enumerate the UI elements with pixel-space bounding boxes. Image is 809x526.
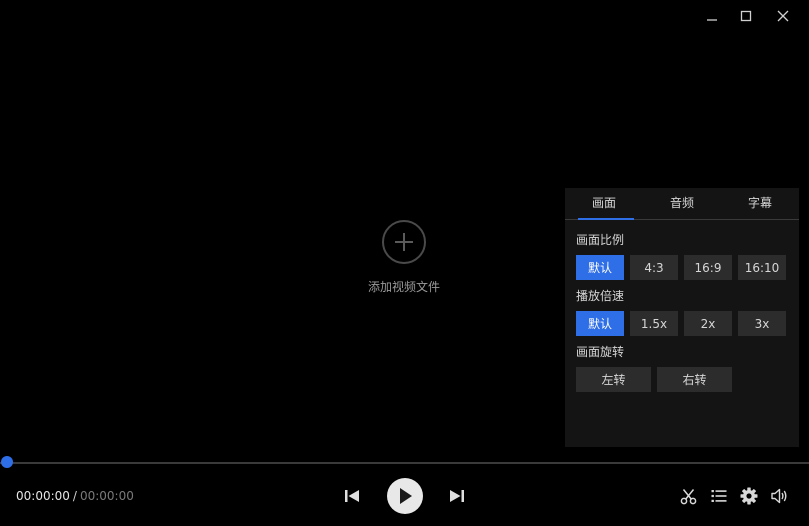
next-button[interactable] <box>448 487 466 505</box>
add-video-button[interactable] <box>382 220 426 264</box>
play-icon <box>400 488 412 504</box>
progress-track[interactable] <box>0 462 809 464</box>
clip-button[interactable] <box>679 487 697 505</box>
settings-tabs: 画面 音频 字幕 <box>565 188 799 220</box>
plus-icon <box>395 233 413 251</box>
speed-2x-button[interactable]: 2x <box>684 311 732 336</box>
speed-1-5x-button[interactable]: 1.5x <box>630 311 678 336</box>
rotate-right-button[interactable]: 右转 <box>657 367 732 392</box>
settings-button[interactable] <box>739 486 759 506</box>
current-time: 00:00:00 <box>16 489 70 503</box>
maximize-button[interactable] <box>736 6 756 26</box>
maximize-icon <box>740 10 752 22</box>
playlist-icon <box>711 490 727 502</box>
playback-speed-title: 播放倍速 <box>576 289 625 303</box>
gear-icon <box>740 487 758 505</box>
playback-speed-options: 默认 1.5x 2x 3x <box>576 311 799 336</box>
aspect-ratio-options: 默认 4:3 16:9 16:10 <box>576 255 799 280</box>
total-duration: 00:00:00 <box>79 489 134 503</box>
aspect-4-3-button[interactable]: 4:3 <box>630 255 678 280</box>
play-button[interactable] <box>387 478 423 514</box>
settings-panel: 画面 音频 字幕 画面比例 默认 4:3 16:9 16:10 播放倍速 默认 … <box>565 188 799 447</box>
volume-icon <box>770 488 786 504</box>
close-icon <box>777 10 789 22</box>
minimize-icon <box>707 19 717 21</box>
rotation-title: 画面旋转 <box>576 345 625 359</box>
prev-icon <box>345 490 359 502</box>
aspect-16-9-button[interactable]: 16:9 <box>684 255 732 280</box>
aspect-default-button[interactable]: 默认 <box>576 255 624 280</box>
speed-default-button[interactable]: 默认 <box>576 311 624 336</box>
playlist-button[interactable] <box>710 487 728 505</box>
close-button[interactable] <box>773 6 793 26</box>
rotate-left-button[interactable]: 左转 <box>576 367 651 392</box>
add-video-label: 添加视频文件 <box>367 280 440 294</box>
aspect-16-10-button[interactable]: 16:10 <box>738 255 786 280</box>
add-video-area: 添加视频文件 <box>354 220 454 295</box>
time-separator: / <box>72 489 77 503</box>
next-icon <box>450 490 464 502</box>
tab-audio[interactable]: 音频 <box>643 188 721 219</box>
minimize-button[interactable] <box>702 6 722 26</box>
volume-button[interactable] <box>770 487 788 505</box>
progress-handle[interactable] <box>1 456 13 468</box>
scissors-icon <box>680 488 696 504</box>
tab-subtitle[interactable]: 字幕 <box>721 188 799 219</box>
tab-picture[interactable]: 画面 <box>565 188 643 220</box>
rotation-options: 左转 右转 <box>576 367 799 392</box>
aspect-ratio-title: 画面比例 <box>576 233 625 247</box>
time-display: 00:00:00/00:00:00 <box>16 489 134 503</box>
previous-button[interactable] <box>343 487 361 505</box>
speed-3x-button[interactable]: 3x <box>738 311 786 336</box>
